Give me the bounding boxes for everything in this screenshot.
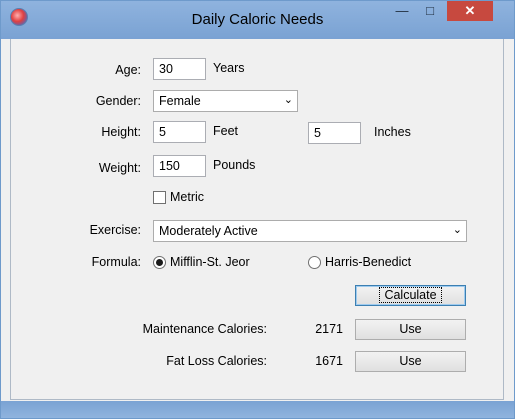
- height-feet-unit: Feet: [213, 124, 239, 138]
- use-fatloss-button[interactable]: Use: [355, 351, 466, 372]
- calculate-button[interactable]: Calculate: [355, 285, 466, 306]
- age-input[interactable]: 30: [153, 58, 206, 80]
- age-label: Age:: [115, 63, 141, 77]
- fatloss-label: Fat Loss Calories:: [166, 354, 267, 368]
- exercise-label: Exercise:: [89, 223, 141, 237]
- window-bottom-frame: [1, 401, 514, 418]
- height-label: Height:: [101, 125, 141, 139]
- close-button[interactable]: ✕: [447, 1, 493, 21]
- gender-label: Gender:: [95, 94, 141, 108]
- chevron-down-icon: ⌄: [283, 94, 293, 106]
- gender-value: Female: [159, 94, 201, 108]
- app-window: Daily Caloric Needs — □ ✕ Age: 30 Years …: [0, 0, 515, 419]
- gender-select[interactable]: Female ⌄: [153, 90, 298, 112]
- maintenance-label: Maintenance Calories:: [142, 322, 267, 336]
- title-bar[interactable]: Daily Caloric Needs — □ ✕: [1, 1, 514, 39]
- weight-input[interactable]: 150: [153, 155, 206, 177]
- metric-checkbox[interactable]: [153, 191, 166, 204]
- height-feet-input[interactable]: 5: [153, 121, 206, 143]
- exercise-value: Moderately Active: [159, 224, 258, 238]
- maximize-button[interactable]: □: [417, 1, 443, 21]
- exercise-select[interactable]: Moderately Active ⌄: [153, 220, 467, 242]
- calculate-label: Calculate: [379, 287, 442, 303]
- age-unit-label: Years: [213, 61, 245, 75]
- metric-label: Metric: [170, 190, 205, 204]
- minimize-button[interactable]: —: [389, 1, 415, 21]
- weight-label: Weight:: [98, 161, 141, 175]
- mifflin-radio[interactable]: [153, 256, 166, 269]
- fatloss-value: 1671: [315, 354, 343, 368]
- use-maintenance-button[interactable]: Use: [355, 319, 466, 340]
- harris-benedict-label: Harris-Benedict: [325, 255, 412, 269]
- chevron-down-icon: ⌄: [452, 224, 462, 236]
- height-inches-input[interactable]: 5: [308, 122, 361, 144]
- formula-label: Formula:: [91, 255, 141, 269]
- harris-benedict-radio[interactable]: [308, 256, 321, 269]
- height-inches-unit: Inches: [374, 125, 411, 139]
- maintenance-value: 2171: [315, 322, 343, 336]
- mifflin-label: Mifflin-St. Jeor: [170, 255, 250, 269]
- weight-unit-label: Pounds: [213, 158, 256, 172]
